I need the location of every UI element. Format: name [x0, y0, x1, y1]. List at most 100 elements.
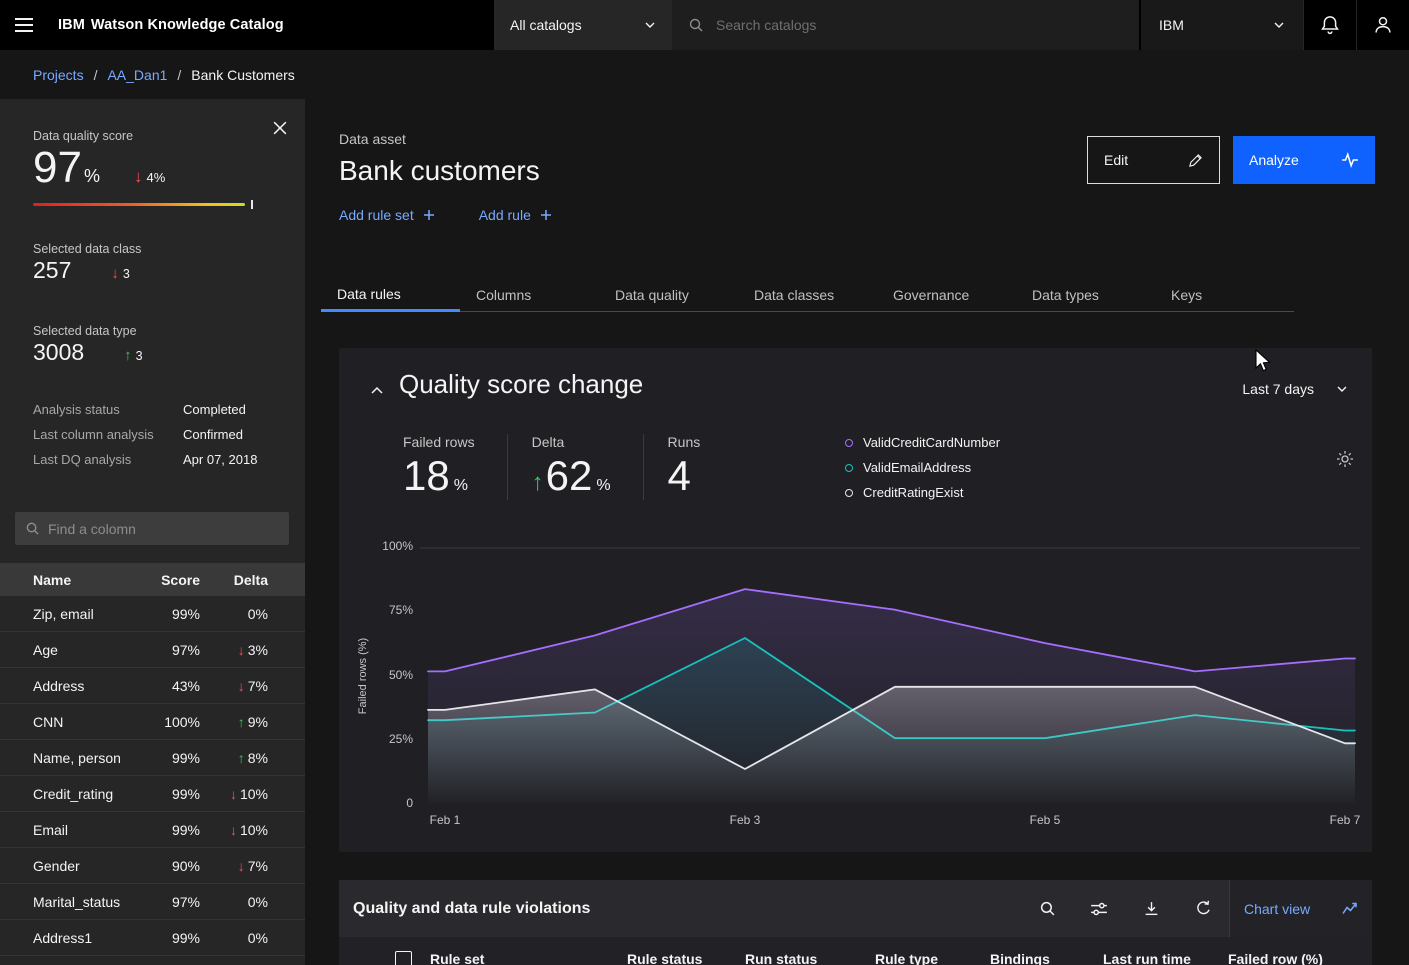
add-links: Add rule set Add rule: [339, 207, 552, 223]
analyze-button[interactable]: Analyze: [1233, 136, 1375, 184]
y-tick-label: 100%: [343, 539, 413, 553]
watson-knowledge-catalog-app: IBM Watson Knowledge Catalog All catalog…: [0, 0, 1409, 965]
brand-ibm: IBM: [58, 17, 85, 33]
tab-data-classes[interactable]: Data classes: [738, 280, 877, 312]
find-column-input[interactable]: [48, 521, 289, 537]
breadcrumb: Projects/AA_Dan1/Bank Customers: [0, 50, 1409, 99]
stats-row: Failed rows 18 % Delta ↑ 62 % Runs 4: [403, 434, 732, 500]
table-row-gender[interactable]: Gender 90% ↓7%: [0, 848, 305, 884]
analysis-label: Last column analysis: [33, 427, 183, 442]
menu-button[interactable]: [0, 0, 48, 50]
legend-item-validcreditcardnumber[interactable]: ValidCreditCardNumber: [845, 430, 1000, 455]
violations-refresh-button[interactable]: [1177, 880, 1229, 937]
column-delta: ↓7%: [200, 858, 268, 874]
y-tick-label: 25%: [343, 732, 413, 746]
tab-keys[interactable]: Keys: [1155, 280, 1294, 312]
chart-settings-button[interactable]: [1332, 446, 1358, 472]
table-row-address1[interactable]: Address1 99% 0%: [0, 920, 305, 956]
quality-score-label: Data quality score: [33, 129, 133, 143]
catalog-dropdown-label: All catalogs: [510, 17, 582, 33]
x-tick-label: Feb 1: [405, 813, 485, 827]
chart-view-toggle[interactable]: Chart view: [1229, 880, 1372, 937]
edit-button[interactable]: Edit: [1087, 136, 1220, 184]
column-delta: ↑9%: [200, 714, 268, 730]
add-rule-set-link[interactable]: Add rule set: [339, 207, 435, 223]
search-input[interactable]: [716, 0, 1139, 50]
table-row-cnn[interactable]: CNN 100% ↑9%: [0, 704, 305, 740]
tab-governance[interactable]: Governance: [877, 280, 1016, 312]
violations-col-rule-type[interactable]: Rule type: [875, 951, 938, 965]
table-row-name-person[interactable]: Name, person 99% ↑8%: [0, 740, 305, 776]
violations-filter-button[interactable]: [1073, 880, 1125, 937]
violations-download-button[interactable]: [1125, 880, 1177, 937]
column-table-header: Name Score Delta: [0, 563, 305, 596]
user-button[interactable]: [1356, 0, 1409, 50]
x-tick-label: Feb 5: [1005, 813, 1085, 827]
select-all-checkbox[interactable]: [395, 951, 412, 965]
breadcrumb-item-projects[interactable]: Projects: [33, 67, 84, 83]
tab-data-quality[interactable]: Data quality: [599, 280, 738, 312]
collapse-button[interactable]: [365, 378, 389, 402]
data-type-value: 3008 ↑ 3: [33, 339, 143, 366]
legend-item-validemailaddress[interactable]: ValidEmailAddress: [845, 455, 1000, 480]
quality-score-gradient-bar[interactable]: [33, 203, 245, 206]
table-row-email[interactable]: Email 99% ↓10%: [0, 812, 305, 848]
violations-col-run-status[interactable]: Run status: [745, 951, 817, 965]
x-tick-label: Feb 7: [1305, 813, 1385, 827]
breadcrumb-item-aa-dan1[interactable]: AA_Dan1: [107, 67, 167, 83]
violations-col-bindings[interactable]: Bindings: [990, 951, 1050, 965]
analysis-value: Apr 07, 2018: [183, 452, 257, 467]
column-score: 99%: [142, 930, 200, 946]
catalog-dropdown[interactable]: All catalogs: [494, 0, 672, 50]
up-arrow-icon: ↑: [124, 347, 132, 364]
column-score: 97%: [142, 642, 200, 658]
find-column-search: [15, 512, 289, 545]
stat-delta: Delta ↑ 62 %: [507, 434, 643, 500]
column-name: Name, person: [33, 750, 142, 766]
quality-score-value: 97 % ↓ 4%: [33, 143, 165, 193]
column-score: 99%: [142, 750, 200, 766]
legend-dot-icon: [845, 464, 853, 472]
analysis-label: Last DQ analysis: [33, 452, 183, 467]
tab-data-types[interactable]: Data types: [1016, 280, 1155, 312]
chevron-down-icon: [1336, 385, 1348, 393]
tab-data-rules[interactable]: Data rules: [321, 280, 460, 312]
column-score: 99%: [142, 786, 200, 802]
violations-search-button[interactable]: [1021, 880, 1073, 937]
table-row-address[interactable]: Address 43% ↓7%: [0, 668, 305, 704]
table-row-credit-rating[interactable]: Credit_rating 99% ↓10%: [0, 776, 305, 812]
analysis-label: Analysis status: [33, 402, 183, 417]
down-arrow-icon: ↓: [134, 167, 143, 187]
time-range-dropdown[interactable]: Last 7 days: [1242, 381, 1348, 397]
column-delta: ↑8%: [200, 750, 268, 766]
notifications-button[interactable]: [1303, 0, 1356, 50]
violations-col-rule-set[interactable]: Rule set: [430, 951, 484, 965]
chart-legend: ValidCreditCardNumber ValidEmailAddress …: [845, 430, 1000, 505]
table-row-marital-status[interactable]: Marital_status 97% 0%: [0, 884, 305, 920]
pencil-icon: [1188, 153, 1203, 168]
line-chart-icon: [1342, 901, 1358, 917]
add-rule-link[interactable]: Add rule: [479, 207, 552, 223]
column-name: Email: [33, 822, 142, 838]
close-sidebar-button[interactable]: [267, 115, 293, 141]
settings-adjust-icon: [1090, 900, 1108, 918]
down-arrow-icon: ↓: [238, 678, 245, 694]
violations-col-failed-row[interactable]: Failed row (%): [1228, 951, 1323, 965]
table-row-zip-email[interactable]: Zip, email 99% 0%: [0, 596, 305, 632]
breadcrumb-item-bank-customers: Bank Customers: [191, 67, 294, 83]
down-arrow-icon: ↓: [230, 786, 237, 802]
catalog-search: [672, 0, 1139, 50]
violations-col-last-run-time[interactable]: Last run time: [1103, 951, 1191, 965]
violations-header: Quality and data rule violations Chart v…: [339, 880, 1372, 937]
column-name: Age: [33, 642, 142, 658]
account-dropdown[interactable]: IBM: [1141, 0, 1303, 50]
tab-columns[interactable]: Columns: [460, 280, 599, 312]
table-row-age[interactable]: Age 97% ↓3%: [0, 632, 305, 668]
y-tick-label: 0: [343, 796, 413, 810]
column-name: Zip, email: [33, 606, 142, 622]
up-arrow-icon: ↑: [238, 714, 245, 730]
legend-item-creditratingexist[interactable]: CreditRatingExist: [845, 480, 1000, 505]
down-arrow-icon: ↓: [238, 642, 245, 658]
column-name: Gender: [33, 858, 142, 874]
violations-col-rule-status[interactable]: Rule status: [627, 951, 702, 965]
